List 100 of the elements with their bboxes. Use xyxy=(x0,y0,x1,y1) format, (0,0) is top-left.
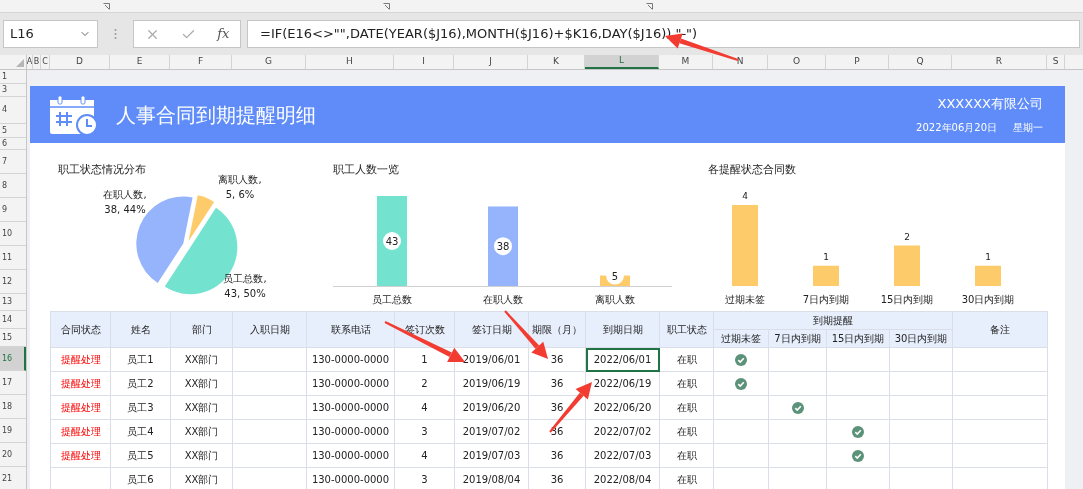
column-heading: 7日内到期 xyxy=(768,329,827,348)
column-header[interactable]: G xyxy=(232,55,306,69)
table-cell: 在职 xyxy=(659,347,714,372)
row-header[interactable]: 1 xyxy=(0,70,26,84)
cell-reference: L16 xyxy=(10,25,34,44)
column-header[interactable]: H xyxy=(306,55,394,69)
table-cell: 4 xyxy=(394,443,455,468)
table-cell: 2019/07/03 xyxy=(454,443,529,468)
row-header[interactable]: 17 xyxy=(0,371,26,395)
row-header[interactable]: 19 xyxy=(0,419,26,443)
table-cell: 4 xyxy=(394,395,455,420)
check-circle-icon xyxy=(735,378,747,390)
row-header[interactable]: 12 xyxy=(0,270,26,294)
table-cell: 3 xyxy=(394,419,455,444)
table-cell: 130-0000-0000 xyxy=(306,347,395,372)
column-header[interactable]: D xyxy=(50,55,110,69)
column-heading: 15日内到期 xyxy=(826,329,890,348)
column-header[interactable]: O xyxy=(768,55,826,69)
row-header[interactable]: 14 xyxy=(0,311,26,329)
column-header[interactable]: F xyxy=(170,55,232,69)
name-box[interactable]: L16 xyxy=(3,20,98,48)
row-header[interactable]: 3 xyxy=(0,84,26,97)
row-header[interactable]: 16 xyxy=(0,347,26,371)
table-cell[interactable]: 2022/07/03 xyxy=(585,443,660,468)
insert-function-button[interactable]: fx xyxy=(217,24,230,44)
table-cell: 在职 xyxy=(659,443,714,468)
weekday: 星期一 xyxy=(1013,120,1043,135)
check-circle-icon xyxy=(791,402,804,414)
column-header[interactable]: A xyxy=(27,55,33,69)
table-cell: 130-0000-0000 xyxy=(306,371,395,396)
category-label: 30日内到期 xyxy=(961,294,1015,305)
table-cell: 员工5 xyxy=(110,443,171,468)
calendar-clock-icon xyxy=(50,94,98,135)
table-cell: 在职 xyxy=(659,371,714,396)
table-cell: 员工4 xyxy=(110,419,171,444)
table-cell: 2019/06/20 xyxy=(454,395,529,420)
select-all-icon[interactable] xyxy=(16,59,24,67)
column-header[interactable]: C xyxy=(41,55,50,69)
column-header[interactable]: S xyxy=(1047,55,1065,69)
pie-label: 员工总数, 43, 50% xyxy=(223,273,267,299)
table-cell: 2 xyxy=(394,371,455,396)
table-cell: 提醒处理 xyxy=(50,419,111,444)
row-header[interactable]: 10 xyxy=(0,222,26,246)
row-header[interactable]: 9 xyxy=(0,198,26,222)
category-label: 7日内到期 xyxy=(802,294,850,305)
table-cell: 2019/06/19 xyxy=(454,371,529,396)
row-header[interactable]: 18 xyxy=(0,395,26,419)
row-header[interactable]: 21 xyxy=(0,467,26,489)
column-heading: 职工状态 xyxy=(659,311,714,348)
check-circle-icon xyxy=(852,426,864,438)
dialog-launcher-icon[interactable] xyxy=(383,3,390,10)
table-cell: 在职 xyxy=(659,419,714,444)
column-header[interactable]: J xyxy=(454,55,528,69)
table-cell: 2019/07/02 xyxy=(454,419,529,444)
table-cell: XX部门 xyxy=(170,371,233,396)
column-header[interactable]: M xyxy=(659,55,713,69)
table-cell: 36 xyxy=(528,443,586,468)
row-header[interactable]: 8 xyxy=(0,174,26,198)
row-header[interactable]: 13 xyxy=(0,294,26,311)
table-cell: XX部门 xyxy=(170,443,233,468)
column-header[interactable]: E xyxy=(110,55,170,69)
category-label: 在职人数 xyxy=(483,294,523,305)
column-heading: 联系电话 xyxy=(306,311,395,348)
column-header[interactable]: I xyxy=(394,55,454,69)
column-header[interactable]: P xyxy=(826,55,889,69)
category-label: 15日内到期 xyxy=(880,294,934,305)
chart-title: 职工状态情况分布 xyxy=(58,163,146,176)
company-name: XXXXXX有限公司 xyxy=(937,95,1043,114)
value-bubble xyxy=(494,237,512,256)
column-header[interactable]: Q xyxy=(889,55,952,69)
row-header[interactable]: 6 xyxy=(0,138,26,150)
category-label: 员工总数 xyxy=(372,294,412,305)
row-header[interactable]: 11 xyxy=(0,246,26,270)
bar xyxy=(813,265,839,286)
dialog-launcher-icon[interactable] xyxy=(103,3,110,10)
dashboard-title: 人事合同到期提醒明细 xyxy=(116,101,316,129)
row-header[interactable]: 5 xyxy=(0,124,26,138)
column-header[interactable]: R xyxy=(952,55,1047,69)
row-header[interactable]: 4 xyxy=(0,97,26,124)
table-cell: 130-0000-0000 xyxy=(306,443,395,468)
group-heading: 到期提醒 xyxy=(713,311,953,330)
row-header[interactable]: 7 xyxy=(0,150,26,174)
column-heading: 过期未签 xyxy=(713,329,769,348)
column-heading: 姓名 xyxy=(110,311,171,348)
value-bubble xyxy=(383,232,401,250)
formula-field[interactable]: =IF(E16<>"",DATE(YEAR($J16),MONTH($J16)+$K16,DAY($J16)),"-") xyxy=(247,20,1080,48)
table-cell: 130-0000-0000 xyxy=(306,395,395,420)
chart-title: 各提醒状态合同数 xyxy=(708,163,796,176)
drag-handle-icon[interactable] xyxy=(114,28,117,40)
bar-value: 2 xyxy=(904,231,910,242)
column-header[interactable]: B xyxy=(33,55,41,69)
table-cell: 130-0000-0000 xyxy=(306,419,395,444)
category-label: 离职人数 xyxy=(595,294,635,305)
selected-cell[interactable]: 2022/06/01 xyxy=(585,347,660,372)
row-header[interactable]: 20 xyxy=(0,443,26,467)
table-cell: XX部门 xyxy=(170,419,233,444)
column-header[interactable]: L xyxy=(585,55,659,69)
table-cell[interactable]: 2022/07/02 xyxy=(585,419,660,444)
dialog-launcher-icon[interactable] xyxy=(646,3,653,10)
check-circle-icon xyxy=(852,450,864,462)
